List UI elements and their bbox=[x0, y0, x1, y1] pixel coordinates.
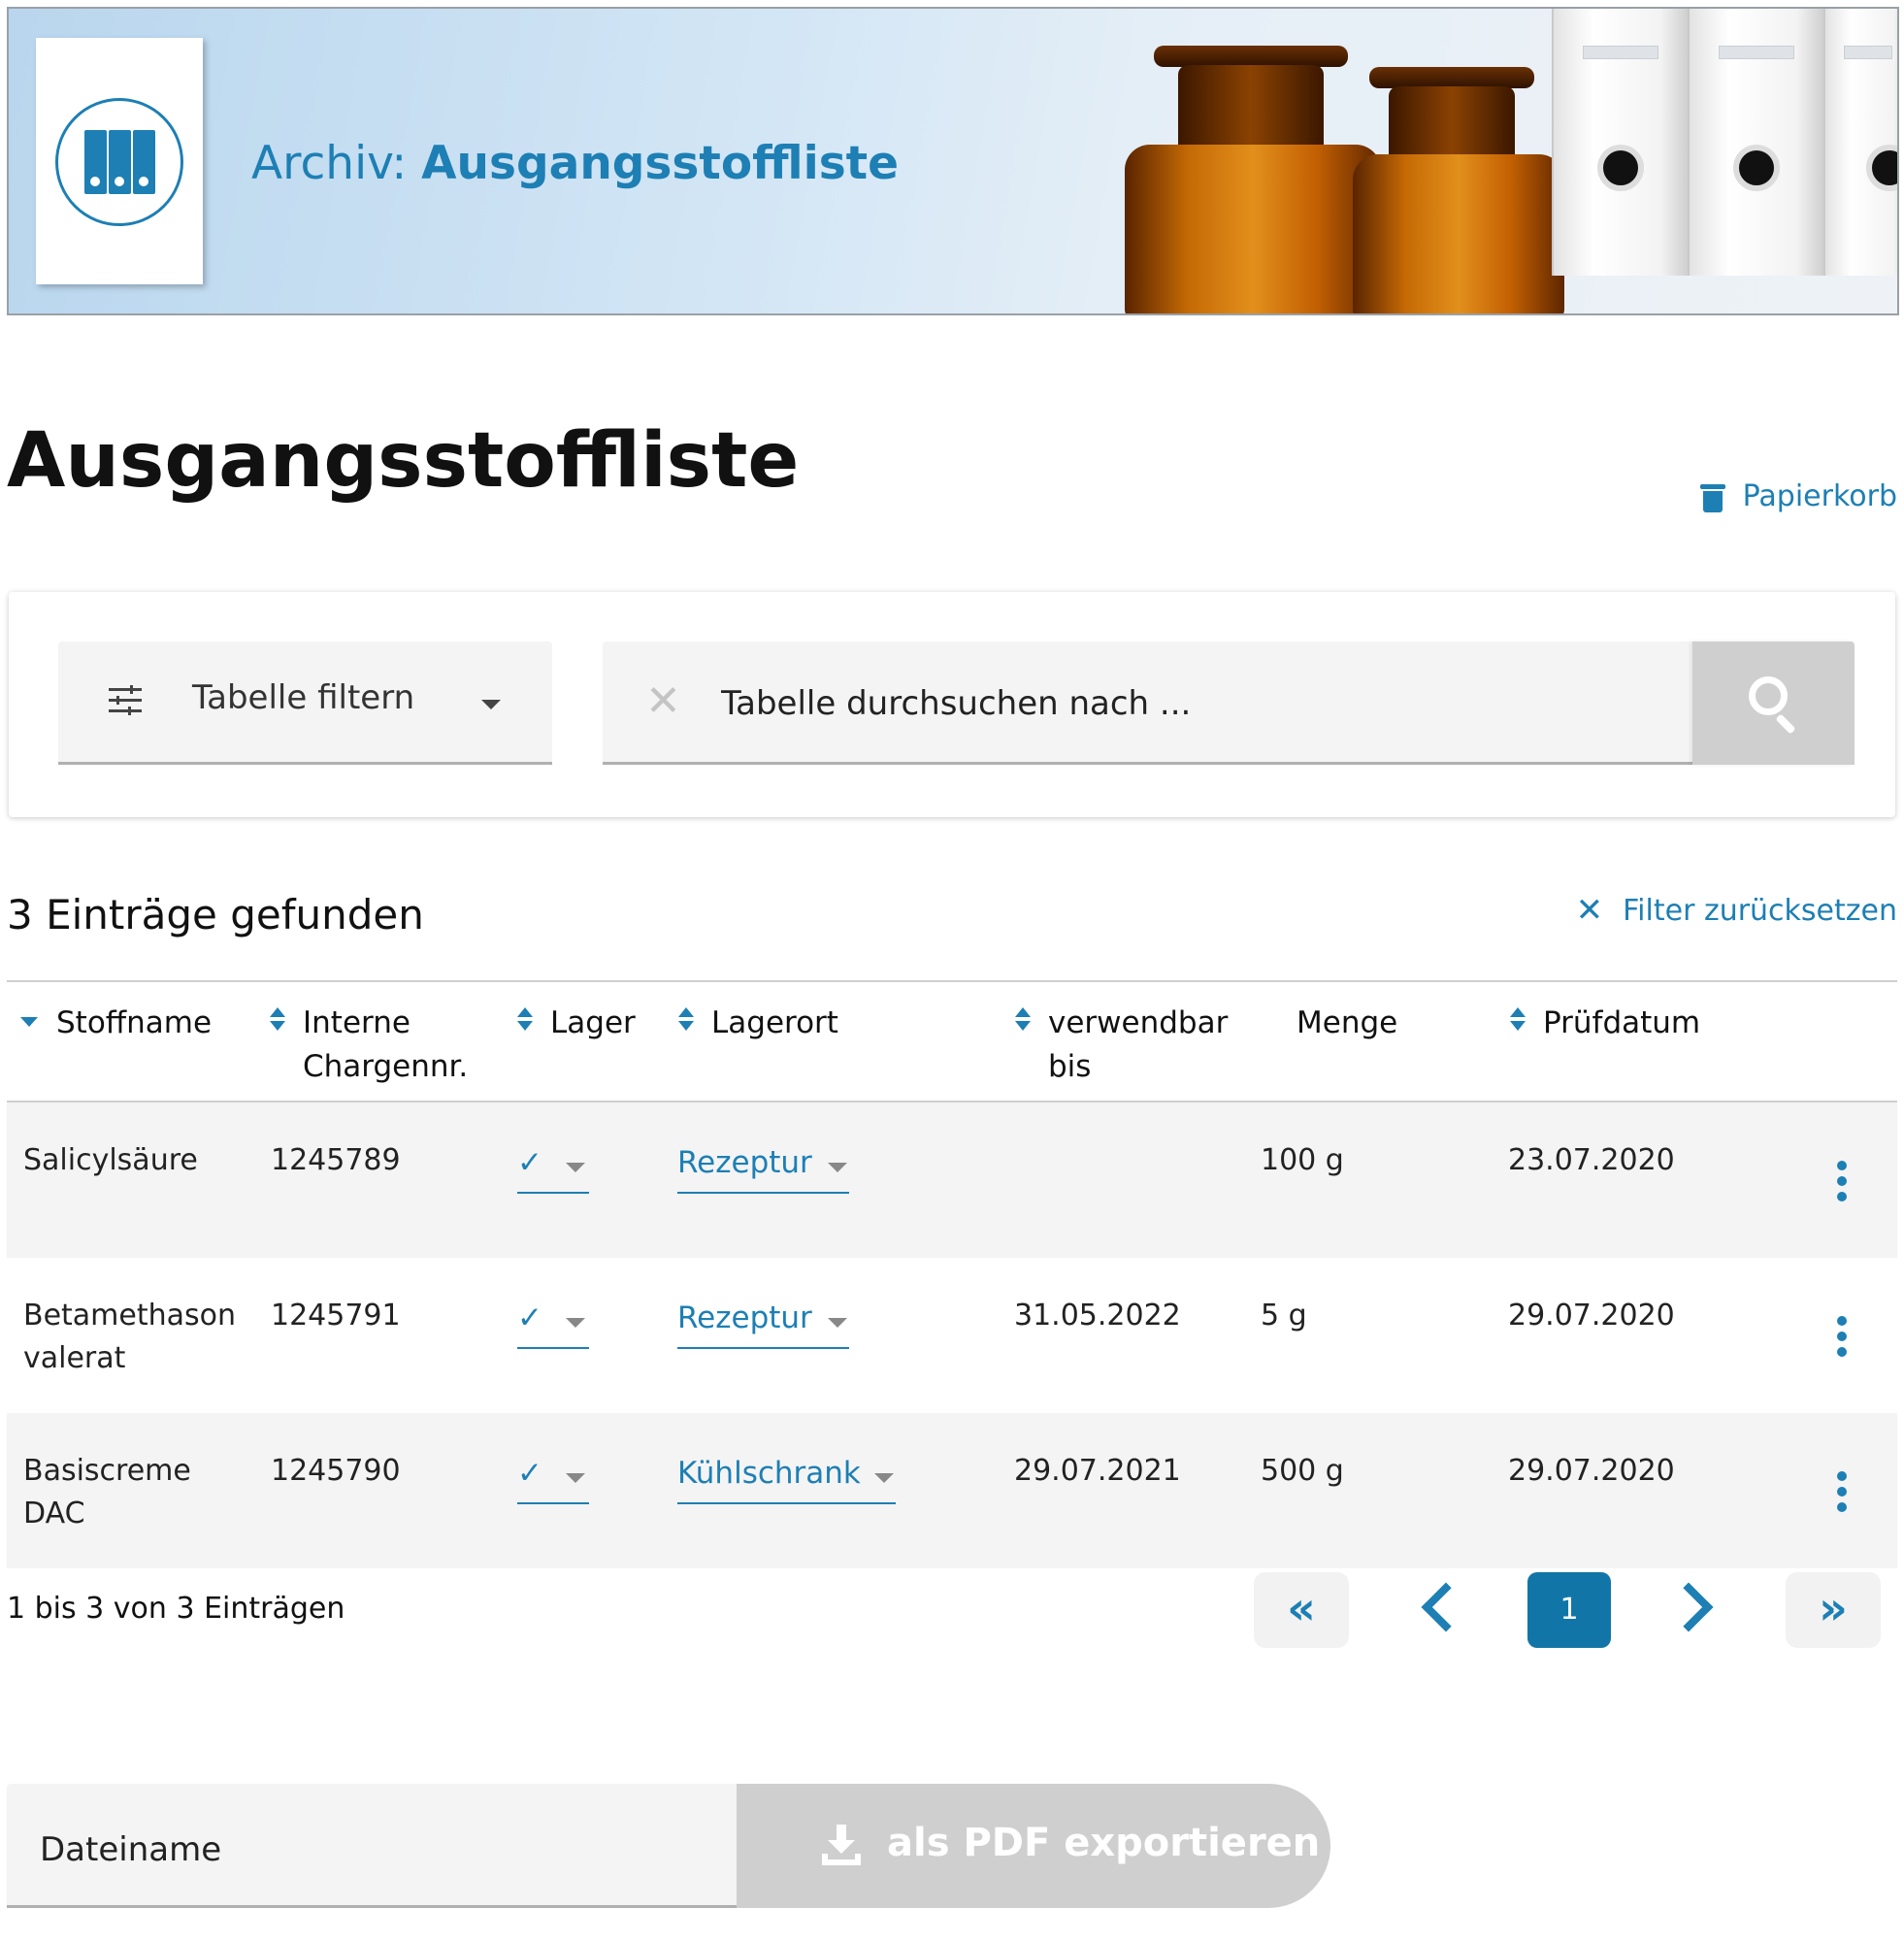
cell-menge: 500 g bbox=[1261, 1454, 1344, 1488]
filename-input[interactable] bbox=[40, 1826, 700, 1873]
filter-card: Tabelle filtern ✕ bbox=[9, 592, 1895, 817]
export-pdf-button[interactable]: als PDF exportieren bbox=[737, 1784, 1330, 1908]
trash-icon bbox=[1699, 481, 1725, 512]
substance-table: Stoffname Interne Chargennr. Lager Lager… bbox=[7, 980, 1897, 1568]
chevron-down-icon bbox=[566, 1318, 585, 1328]
table-header: Stoffname Interne Chargennr. Lager Lager… bbox=[7, 980, 1897, 1102]
cell-chargennr: 1245791 bbox=[271, 1299, 401, 1332]
banner-title: Archiv: Ausgangsstoffliste bbox=[251, 137, 900, 190]
last-page-button[interactable]: » bbox=[1786, 1572, 1881, 1648]
previous-page-button[interactable] bbox=[1407, 1572, 1475, 1648]
more-actions-icon[interactable] bbox=[1837, 1316, 1847, 1357]
sort-icon[interactable] bbox=[270, 1007, 285, 1033]
reset-filter-link[interactable]: ✕ Filter zurücksetzen bbox=[1576, 891, 1897, 930]
search-input[interactable] bbox=[721, 680, 1691, 727]
sort-icon[interactable] bbox=[1015, 1007, 1031, 1033]
table-filter-dropdown[interactable]: Tabelle filtern bbox=[58, 642, 552, 765]
table-row: Basiscreme DAC 1245790 ✓ Kühlschrank 29.… bbox=[7, 1413, 1897, 1568]
trash-link[interactable]: Papierkorb bbox=[1699, 479, 1897, 513]
cell-pruefdatum: 23.07.2020 bbox=[1508, 1143, 1675, 1177]
sort-desc-icon[interactable] bbox=[20, 1017, 38, 1027]
more-actions-icon[interactable] bbox=[1837, 1161, 1847, 1201]
lager-select[interactable]: ✓ bbox=[517, 1456, 589, 1504]
column-header-pruefdatum[interactable]: Prüfdatum bbox=[1543, 1002, 1700, 1045]
cell-chargennr: 1245789 bbox=[271, 1143, 401, 1177]
binder-icon bbox=[55, 98, 183, 226]
first-page-button[interactable]: « bbox=[1254, 1572, 1349, 1648]
table-row: Salicylsäure 1245789 ✓ Rezeptur 100 g 23… bbox=[7, 1102, 1897, 1258]
sort-icon[interactable] bbox=[678, 1007, 694, 1033]
chevron-down-icon bbox=[874, 1473, 894, 1483]
sort-icon[interactable] bbox=[517, 1007, 533, 1033]
chevron-down-icon bbox=[481, 700, 501, 709]
reset-filter-label: Filter zurücksetzen bbox=[1623, 893, 1897, 928]
sliders-icon bbox=[109, 685, 142, 715]
chevron-right-icon bbox=[1663, 1582, 1714, 1632]
search-box: ✕ bbox=[603, 642, 1855, 765]
cell-stoffname: Betamethason valerat bbox=[23, 1299, 237, 1375]
cell-stoffname: Basiscreme DAC bbox=[23, 1454, 191, 1530]
search-button[interactable] bbox=[1692, 642, 1855, 765]
pagination-info: 1 bis 3 von 3 Einträgen bbox=[7, 1592, 345, 1626]
cell-verwendbar-bis: 29.07.2021 bbox=[1014, 1454, 1181, 1488]
cell-stoffname: Salicylsäure bbox=[23, 1143, 198, 1177]
sort-icon[interactable] bbox=[1510, 1007, 1526, 1033]
cell-verwendbar-bis: 31.05.2022 bbox=[1014, 1299, 1181, 1332]
cell-chargennr: 1245790 bbox=[271, 1454, 401, 1488]
banner-logo-card bbox=[36, 38, 203, 284]
cell-menge: 100 g bbox=[1261, 1143, 1344, 1177]
trash-label: Papierkorb bbox=[1742, 479, 1897, 513]
column-header-chargennr[interactable]: Interne Chargennr. bbox=[303, 1002, 477, 1089]
cell-pruefdatum: 29.07.2020 bbox=[1508, 1454, 1675, 1488]
lagerort-select[interactable]: Rezeptur bbox=[677, 1145, 849, 1194]
chevron-down-icon bbox=[566, 1473, 585, 1483]
column-header-menge: Menge bbox=[1297, 1005, 1398, 1040]
download-icon bbox=[822, 1825, 861, 1865]
table-row: Betamethason valerat 1245791 ✓ Rezeptur … bbox=[7, 1258, 1897, 1413]
lager-select[interactable]: ✓ bbox=[517, 1300, 589, 1349]
chevron-down-icon bbox=[828, 1163, 847, 1172]
column-header-stoffname[interactable]: Stoffname bbox=[56, 1002, 212, 1045]
more-actions-icon[interactable] bbox=[1837, 1471, 1847, 1512]
result-count: 3 Einträge gefunden bbox=[7, 891, 424, 938]
column-header-lagerort[interactable]: Lagerort bbox=[711, 1002, 838, 1045]
filename-field bbox=[7, 1784, 737, 1908]
close-icon: ✕ bbox=[1575, 891, 1604, 930]
chevron-down-icon bbox=[828, 1318, 847, 1328]
current-page-button[interactable]: 1 bbox=[1527, 1572, 1611, 1648]
clear-icon[interactable]: ✕ bbox=[645, 680, 681, 723]
header-banner: Archiv: Ausgangsstoffliste bbox=[7, 7, 1899, 315]
column-header-verwendbar-bis[interactable]: verwendbar bis bbox=[1048, 1002, 1232, 1089]
chevron-left-icon bbox=[1421, 1582, 1471, 1632]
cell-menge: 5 g bbox=[1261, 1299, 1307, 1332]
export-pdf-label: als PDF exportieren bbox=[887, 1821, 1321, 1865]
lagerort-select[interactable]: Kühlschrank bbox=[677, 1456, 896, 1504]
page-title: Ausgangsstoffliste bbox=[7, 417, 800, 505]
filter-label: Tabelle filtern bbox=[192, 678, 415, 717]
search-icon bbox=[1749, 676, 1788, 715]
lager-select[interactable]: ✓ bbox=[517, 1145, 589, 1194]
next-page-button[interactable] bbox=[1661, 1572, 1729, 1648]
chevron-down-icon bbox=[566, 1163, 585, 1172]
lagerort-select[interactable]: Rezeptur bbox=[677, 1300, 849, 1349]
column-header-lager[interactable]: Lager bbox=[550, 1002, 636, 1045]
cell-pruefdatum: 29.07.2020 bbox=[1508, 1299, 1675, 1332]
